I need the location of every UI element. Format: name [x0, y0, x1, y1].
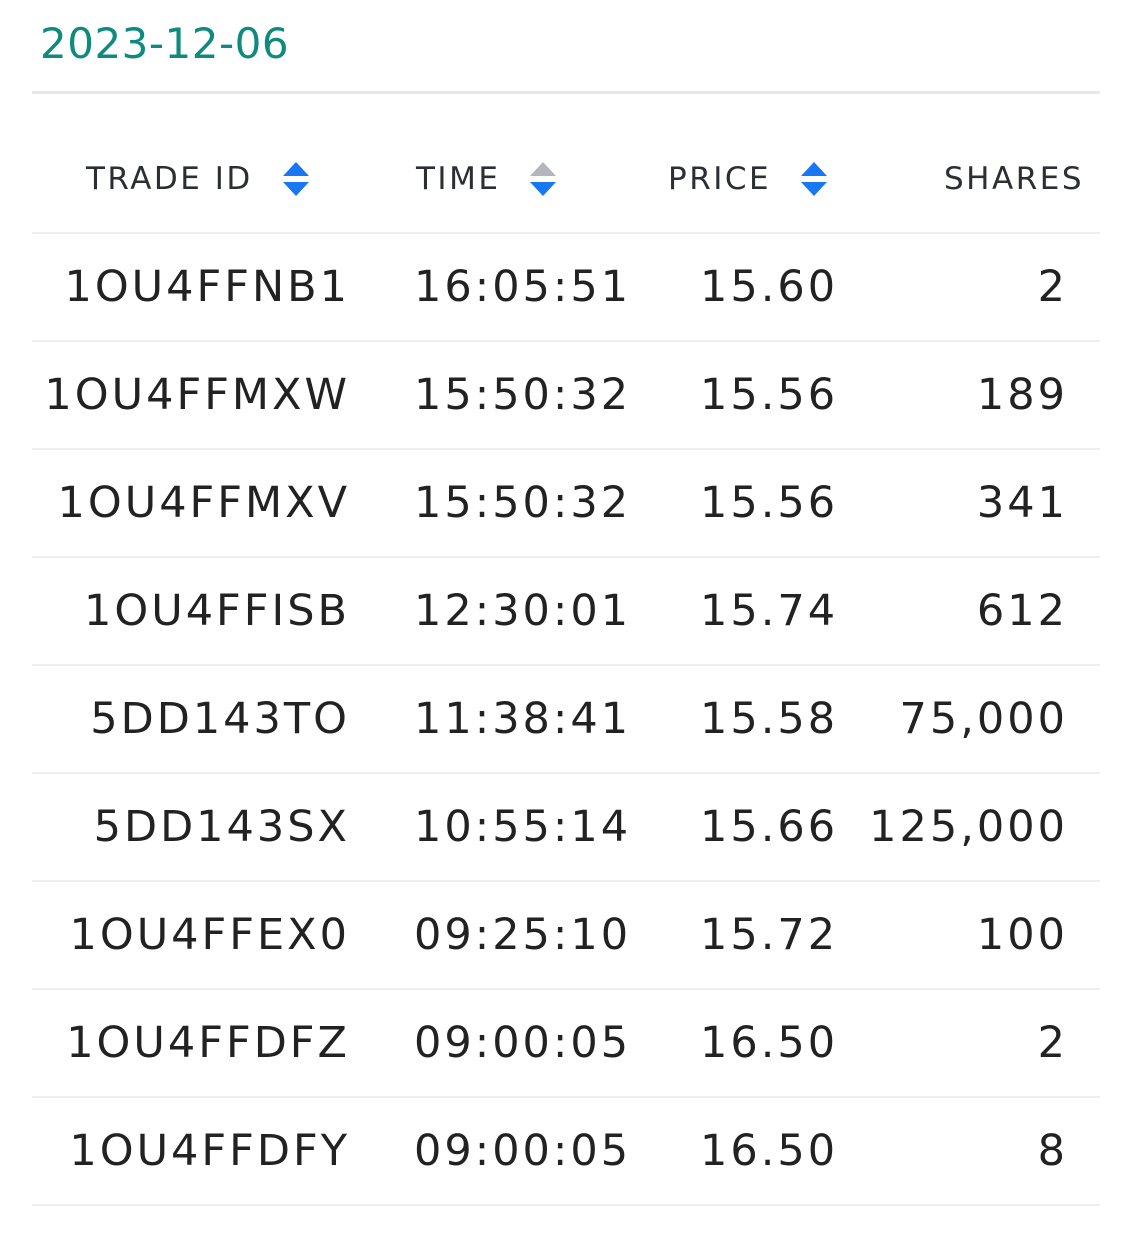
date-title: 2023-12-06	[40, 19, 290, 68]
trades-table: TRADE ID TIME PRICE SHARES 1OU4FFNB1 16:…	[32, 126, 1100, 1206]
shares-cell: 2	[1037, 1018, 1068, 1068]
table-row[interactable]: 1OU4FFNB1 16:05:51 15.60 2	[32, 234, 1100, 342]
trade-id-cell: 5DD143TO	[90, 694, 350, 744]
price-cell: 15.56	[700, 478, 839, 528]
trade-id-cell: 5DD143SX	[93, 802, 350, 852]
column-header-time[interactable]: TIME	[416, 126, 557, 232]
column-label-trade-id: TRADE ID	[86, 161, 253, 197]
column-label-price: PRICE	[668, 161, 772, 197]
sort-icon[interactable]	[530, 162, 557, 196]
price-cell: 15.72	[700, 910, 839, 960]
table-row[interactable]: 5DD143SX 10:55:14 15.66 125,000	[32, 774, 1100, 882]
table-row[interactable]: 1OU4FFISB 12:30:01 15.74 612	[32, 558, 1100, 666]
shares-cell: 2	[1037, 262, 1068, 312]
price-cell: 15.60	[700, 262, 839, 312]
time-cell: 09:00:05	[414, 1018, 632, 1068]
trade-id-cell: 1OU4FFMXW	[44, 370, 350, 420]
shares-cell: 189	[976, 370, 1068, 420]
column-header-trade-id[interactable]: TRADE ID	[86, 126, 309, 232]
price-cell: 15.58	[700, 694, 839, 744]
table-row[interactable]: 1OU4FFMXW 15:50:32 15.56 189	[32, 342, 1100, 450]
time-cell: 11:38:41	[414, 694, 632, 744]
column-label-shares: SHARES	[944, 161, 1084, 197]
price-cell: 15.74	[700, 586, 839, 636]
time-cell: 09:25:10	[414, 910, 632, 960]
trade-id-cell: 1OU4FFDFZ	[66, 1018, 350, 1068]
table-row[interactable]: 1OU4FFMXV 15:50:32 15.56 341	[32, 450, 1100, 558]
price-cell: 16.50	[700, 1126, 839, 1176]
price-cell: 15.66	[700, 802, 839, 852]
trade-id-cell: 1OU4FFMXV	[57, 478, 350, 528]
time-cell: 09:00:05	[414, 1126, 632, 1176]
trade-id-cell: 1OU4FFNB1	[64, 262, 350, 312]
time-cell: 15:50:32	[414, 370, 632, 420]
trade-id-cell: 1OU4FFISB	[84, 586, 350, 636]
sort-icon[interactable]	[282, 162, 309, 196]
sort-icon[interactable]	[801, 162, 828, 196]
shares-cell: 100	[976, 910, 1068, 960]
column-header-price[interactable]: PRICE	[668, 126, 828, 232]
header-divider	[32, 91, 1100, 94]
price-cell: 16.50	[700, 1018, 839, 1068]
time-cell: 10:55:14	[414, 802, 632, 852]
time-cell: 16:05:51	[414, 262, 632, 312]
price-cell: 15.56	[700, 370, 839, 420]
time-cell: 15:50:32	[414, 478, 632, 528]
column-header-shares: SHARES	[944, 126, 1084, 232]
column-label-time: TIME	[416, 161, 501, 197]
table-row[interactable]: 5DD143TO 11:38:41 15.58 75,000	[32, 666, 1100, 774]
shares-cell: 612	[976, 586, 1068, 636]
shares-cell: 341	[976, 478, 1068, 528]
shares-cell: 8	[1037, 1126, 1068, 1176]
table-row[interactable]: 1OU4FFEX0 09:25:10 15.72 100	[32, 882, 1100, 990]
table-row[interactable]: 1OU4FFDFY 09:00:05 16.50 8	[32, 1098, 1100, 1206]
table-row[interactable]: 1OU4FFDFZ 09:00:05 16.50 2	[32, 990, 1100, 1098]
trade-id-cell: 1OU4FFDFY	[69, 1126, 350, 1176]
table-header: TRADE ID TIME PRICE SHARES	[32, 126, 1100, 234]
trade-id-cell: 1OU4FFEX0	[69, 910, 350, 960]
time-cell: 12:30:01	[414, 586, 632, 636]
shares-cell: 125,000	[869, 802, 1068, 852]
shares-cell: 75,000	[899, 694, 1068, 744]
